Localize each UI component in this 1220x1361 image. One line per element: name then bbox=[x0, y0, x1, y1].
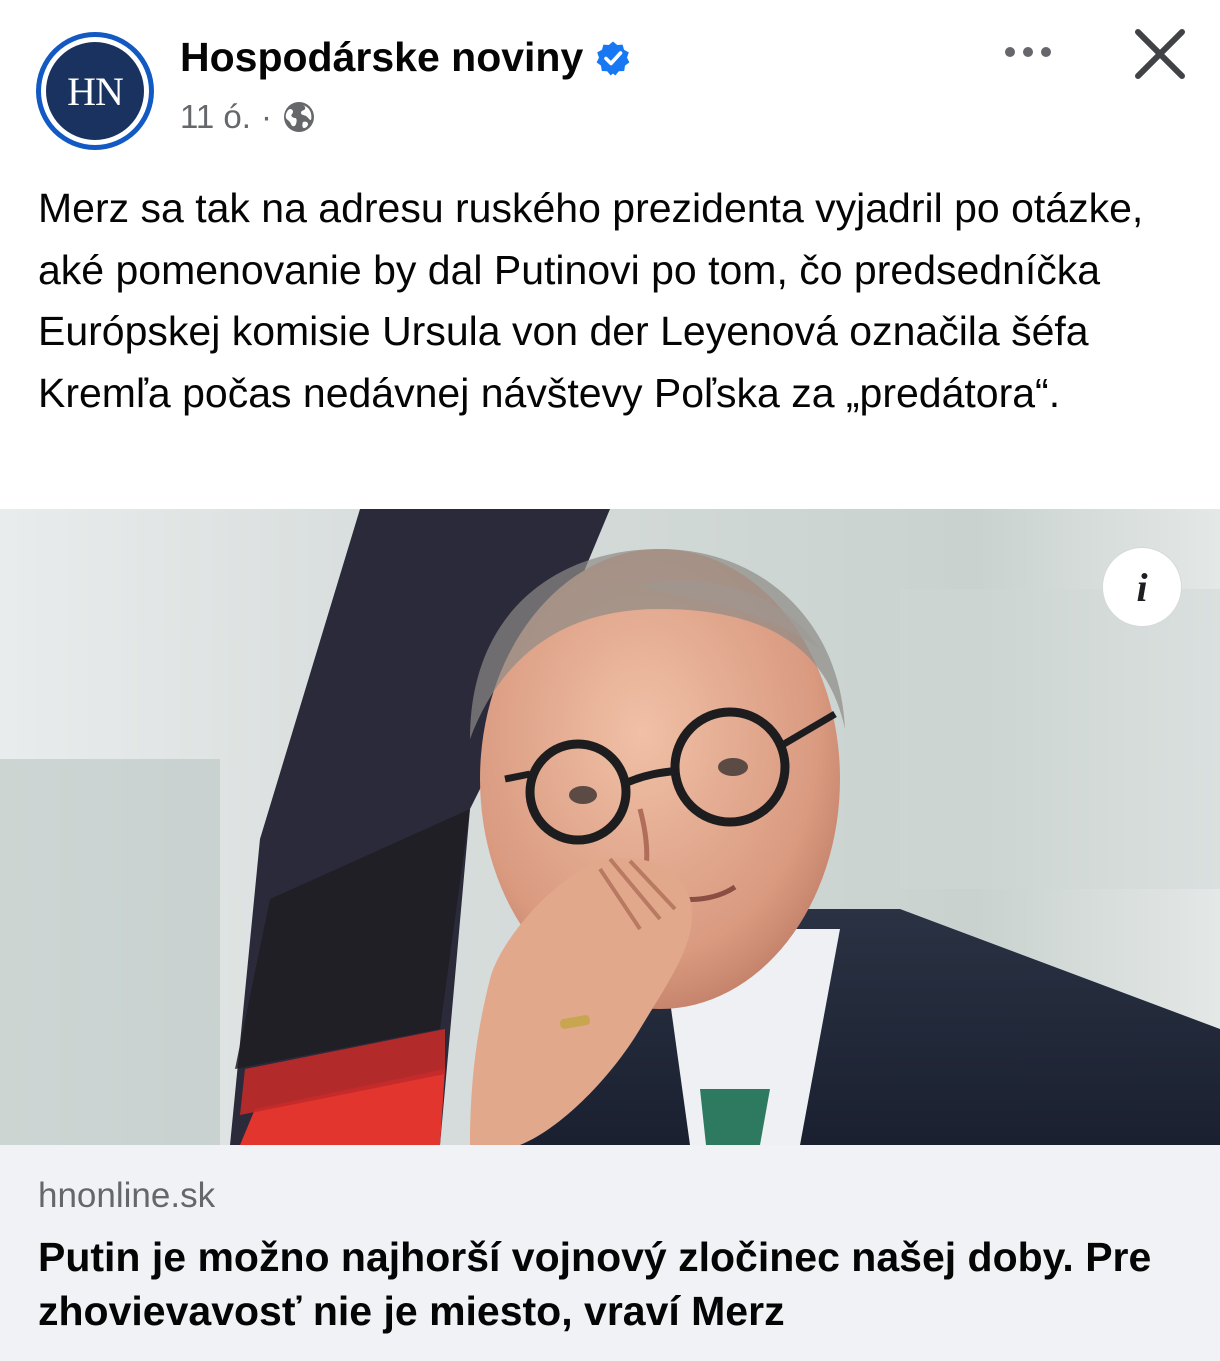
more-options-icon[interactable] bbox=[996, 34, 1060, 70]
more-dot bbox=[1041, 47, 1051, 57]
avatar-ring: HN bbox=[41, 37, 149, 145]
post-timestamp[interactable]: 11 ó. bbox=[180, 98, 251, 136]
link-domain: hnonline.sk bbox=[38, 1176, 216, 1215]
more-dot bbox=[1005, 47, 1015, 57]
post-header: HN Hospodárske noviny 11 ó. · bbox=[0, 0, 1220, 170]
close-icon[interactable] bbox=[1128, 22, 1192, 86]
post-meta: 11 ó. · bbox=[180, 98, 316, 136]
info-icon[interactable]: i bbox=[1102, 547, 1182, 627]
globe-icon[interactable] bbox=[282, 100, 316, 134]
avatar-logo: HN bbox=[46, 42, 144, 140]
post-message: Merz sa tak na adresu ruského prezidenta… bbox=[38, 185, 1144, 416]
page-name[interactable]: Hospodárske noviny bbox=[180, 34, 583, 81]
meta-separator: · bbox=[260, 98, 272, 135]
page-name-row: Hospodárske noviny bbox=[180, 34, 631, 81]
page-avatar[interactable]: HN bbox=[36, 32, 154, 150]
verified-badge-icon bbox=[596, 41, 630, 75]
portrait-photo bbox=[0, 509, 1220, 1145]
link-headline[interactable]: Putin je možno najhorší vojnový zločinec… bbox=[38, 1230, 1198, 1338]
more-dot bbox=[1023, 47, 1033, 57]
link-preview-image[interactable] bbox=[0, 509, 1220, 1145]
